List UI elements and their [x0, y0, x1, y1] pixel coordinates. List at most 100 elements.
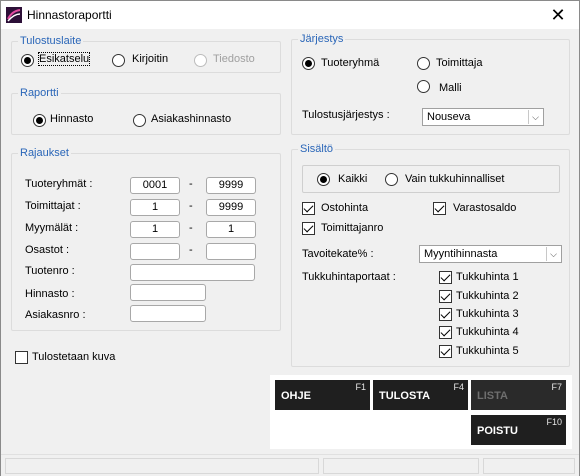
output-file-label: Tiedosto — [213, 53, 255, 65]
store-label: Myymälät : — [25, 222, 79, 234]
output-device-group: Tulostuslaite Esikatselu Kirjoitin Tiedo… — [11, 35, 281, 73]
order-model-radio[interactable] — [417, 80, 430, 93]
stock-balance-checkbox[interactable] — [433, 202, 446, 215]
list-button-label: LISTA — [477, 390, 508, 402]
purchase-price-checkbox[interactable] — [302, 202, 315, 215]
wholesale-5-label[interactable]: Tukkuhinta 5 — [456, 345, 519, 357]
store-from-input[interactable]: 1 — [130, 221, 180, 238]
print-button-label: TULOSTA — [379, 390, 431, 402]
output-printer-radio[interactable] — [112, 54, 125, 67]
limits-legend: Rajaukset — [18, 147, 71, 159]
sort-order-select[interactable]: Nouseva ⌵ — [422, 108, 544, 126]
pricelist-label: Hinnasto : — [25, 288, 75, 300]
supplier-from-input[interactable]: 1 — [130, 199, 180, 216]
report-pricelist-radio[interactable] — [33, 114, 46, 127]
department-to-input[interactable] — [206, 243, 256, 260]
order-legend: Järjestys — [298, 33, 346, 45]
supplier-label: Toimittajat : — [25, 200, 81, 212]
range-dash: - — [189, 200, 193, 212]
order-model-label[interactable]: Malli — [439, 82, 462, 94]
report-type-legend: Raportti — [18, 87, 61, 99]
output-preview-radio[interactable] — [21, 54, 34, 67]
range-dash: - — [189, 244, 193, 256]
wholesale-3-label[interactable]: Tukkuhinta 3 — [456, 308, 519, 320]
stock-balance-label[interactable]: Varastosaldo — [453, 202, 516, 214]
print-shortcut: F4 — [453, 382, 464, 392]
wholesale-5-checkbox[interactable] — [439, 345, 452, 358]
target-margin-label: Tavoitekate% : — [302, 248, 374, 260]
wholesale-1-checkbox[interactable] — [439, 271, 452, 284]
chevron-down-icon: ⌵ — [546, 247, 560, 261]
content-wholesale-only-label[interactable]: Vain tukkuhinnalliset — [405, 173, 504, 185]
wholesale-tiers-label: Tukkuhintaportaat : — [302, 271, 396, 283]
report-type-group: Raportti Hinnasto Asiakashinnasto — [11, 87, 281, 135]
report-dialog: Hinnastoraportti ✕ Tulostuslaite Esikats… — [0, 0, 580, 476]
wholesale-4-label[interactable]: Tukkuhinta 4 — [456, 326, 519, 338]
function-button-panel: OHJE F1 TULOSTA F4 LISTA F7 POISTU F10 — [270, 375, 572, 449]
help-button-label: OHJE — [281, 390, 311, 402]
order-product-group-radio[interactable] — [302, 57, 315, 70]
wholesale-2-label[interactable]: Tukkuhinta 2 — [456, 290, 519, 302]
order-group: Järjestys Tuoteryhmä Toimittaja Malli Tu… — [291, 33, 570, 135]
supplier-to-input[interactable]: 9999 — [206, 199, 256, 216]
product-number-label: Tuotenro : — [25, 265, 75, 277]
print-image-label[interactable]: Tulostetaan kuva — [32, 351, 115, 363]
status-cell-middle — [323, 458, 479, 474]
output-file-radio — [194, 54, 207, 67]
output-device-legend: Tulostuslaite — [18, 35, 84, 47]
supplier-number-checkbox[interactable] — [302, 222, 315, 235]
purchase-price-label[interactable]: Ostohinta — [321, 202, 368, 214]
limits-group: Rajaukset Tuoteryhmät : 0001 - 9999 Toim… — [11, 147, 281, 331]
output-preview-label[interactable]: Esikatselu — [37, 52, 91, 66]
report-pricelist-label[interactable]: Hinnasto — [50, 113, 93, 125]
print-button[interactable]: TULOSTA F4 — [373, 380, 468, 410]
report-customer-pricelist-radio[interactable] — [133, 114, 146, 127]
sort-order-label: Tulostusjärjestys : — [302, 109, 390, 121]
print-image-checkbox[interactable] — [15, 351, 28, 364]
wholesale-1-label[interactable]: Tukkuhinta 1 — [456, 271, 519, 283]
order-supplier-radio[interactable] — [417, 57, 430, 70]
output-printer-label[interactable]: Kirjoitin — [132, 53, 168, 65]
content-group: Sisältö Kaikki Vain tukkuhinnalliset Ost… — [291, 143, 570, 367]
close-icon: ✕ — [550, 4, 566, 25]
window-title: Hinnastoraportti — [27, 8, 112, 22]
content-legend: Sisältö — [298, 143, 336, 155]
customer-number-input[interactable] — [130, 305, 206, 322]
exit-button-label: POISTU — [477, 425, 518, 437]
product-group-to-input[interactable]: 9999 — [206, 177, 256, 194]
content-all-radio[interactable] — [317, 173, 330, 186]
app-logo-icon — [6, 7, 22, 23]
exit-shortcut: F10 — [546, 417, 562, 427]
pricelist-input[interactable] — [130, 284, 206, 301]
customer-number-label: Asiakasnro : — [25, 309, 86, 321]
store-to-input[interactable]: 1 — [206, 221, 256, 238]
order-supplier-label[interactable]: Toimittaja — [436, 57, 482, 69]
content-all-label[interactable]: Kaikki — [338, 173, 367, 185]
list-shortcut: F7 — [551, 382, 562, 392]
department-label: Osastot : — [25, 244, 70, 256]
sort-order-value: Nouseva — [427, 111, 471, 123]
exit-button[interactable]: POISTU F10 — [471, 415, 566, 445]
help-shortcut: F1 — [355, 382, 366, 392]
wholesale-4-checkbox[interactable] — [439, 326, 452, 339]
list-button: LISTA F7 — [471, 380, 566, 410]
help-button[interactable]: OHJE F1 — [275, 380, 370, 410]
wholesale-3-checkbox[interactable] — [439, 308, 452, 321]
target-margin-value: Myyntihinnasta — [424, 248, 498, 260]
content-wholesale-only-radio[interactable] — [385, 173, 398, 186]
range-dash: - — [189, 178, 193, 190]
product-group-label: Tuoteryhmät : — [25, 178, 93, 190]
chevron-down-icon: ⌵ — [528, 110, 542, 124]
product-group-from-input[interactable]: 0001 — [130, 177, 180, 194]
target-margin-select[interactable]: Myyntihinnasta ⌵ — [419, 245, 562, 263]
status-cell-right — [483, 458, 575, 474]
order-product-group-label[interactable]: Tuoteryhmä — [321, 57, 379, 69]
supplier-number-label[interactable]: Toimittajanro — [321, 222, 383, 234]
range-dash: - — [189, 222, 193, 234]
content-filter-box: Kaikki Vain tukkuhinnalliset — [302, 165, 560, 193]
report-customer-pricelist-label[interactable]: Asiakashinnasto — [151, 113, 231, 125]
close-button[interactable]: ✕ — [541, 3, 575, 27]
product-number-input[interactable] — [130, 264, 255, 281]
department-from-input[interactable] — [130, 243, 180, 260]
wholesale-2-checkbox[interactable] — [439, 290, 452, 303]
